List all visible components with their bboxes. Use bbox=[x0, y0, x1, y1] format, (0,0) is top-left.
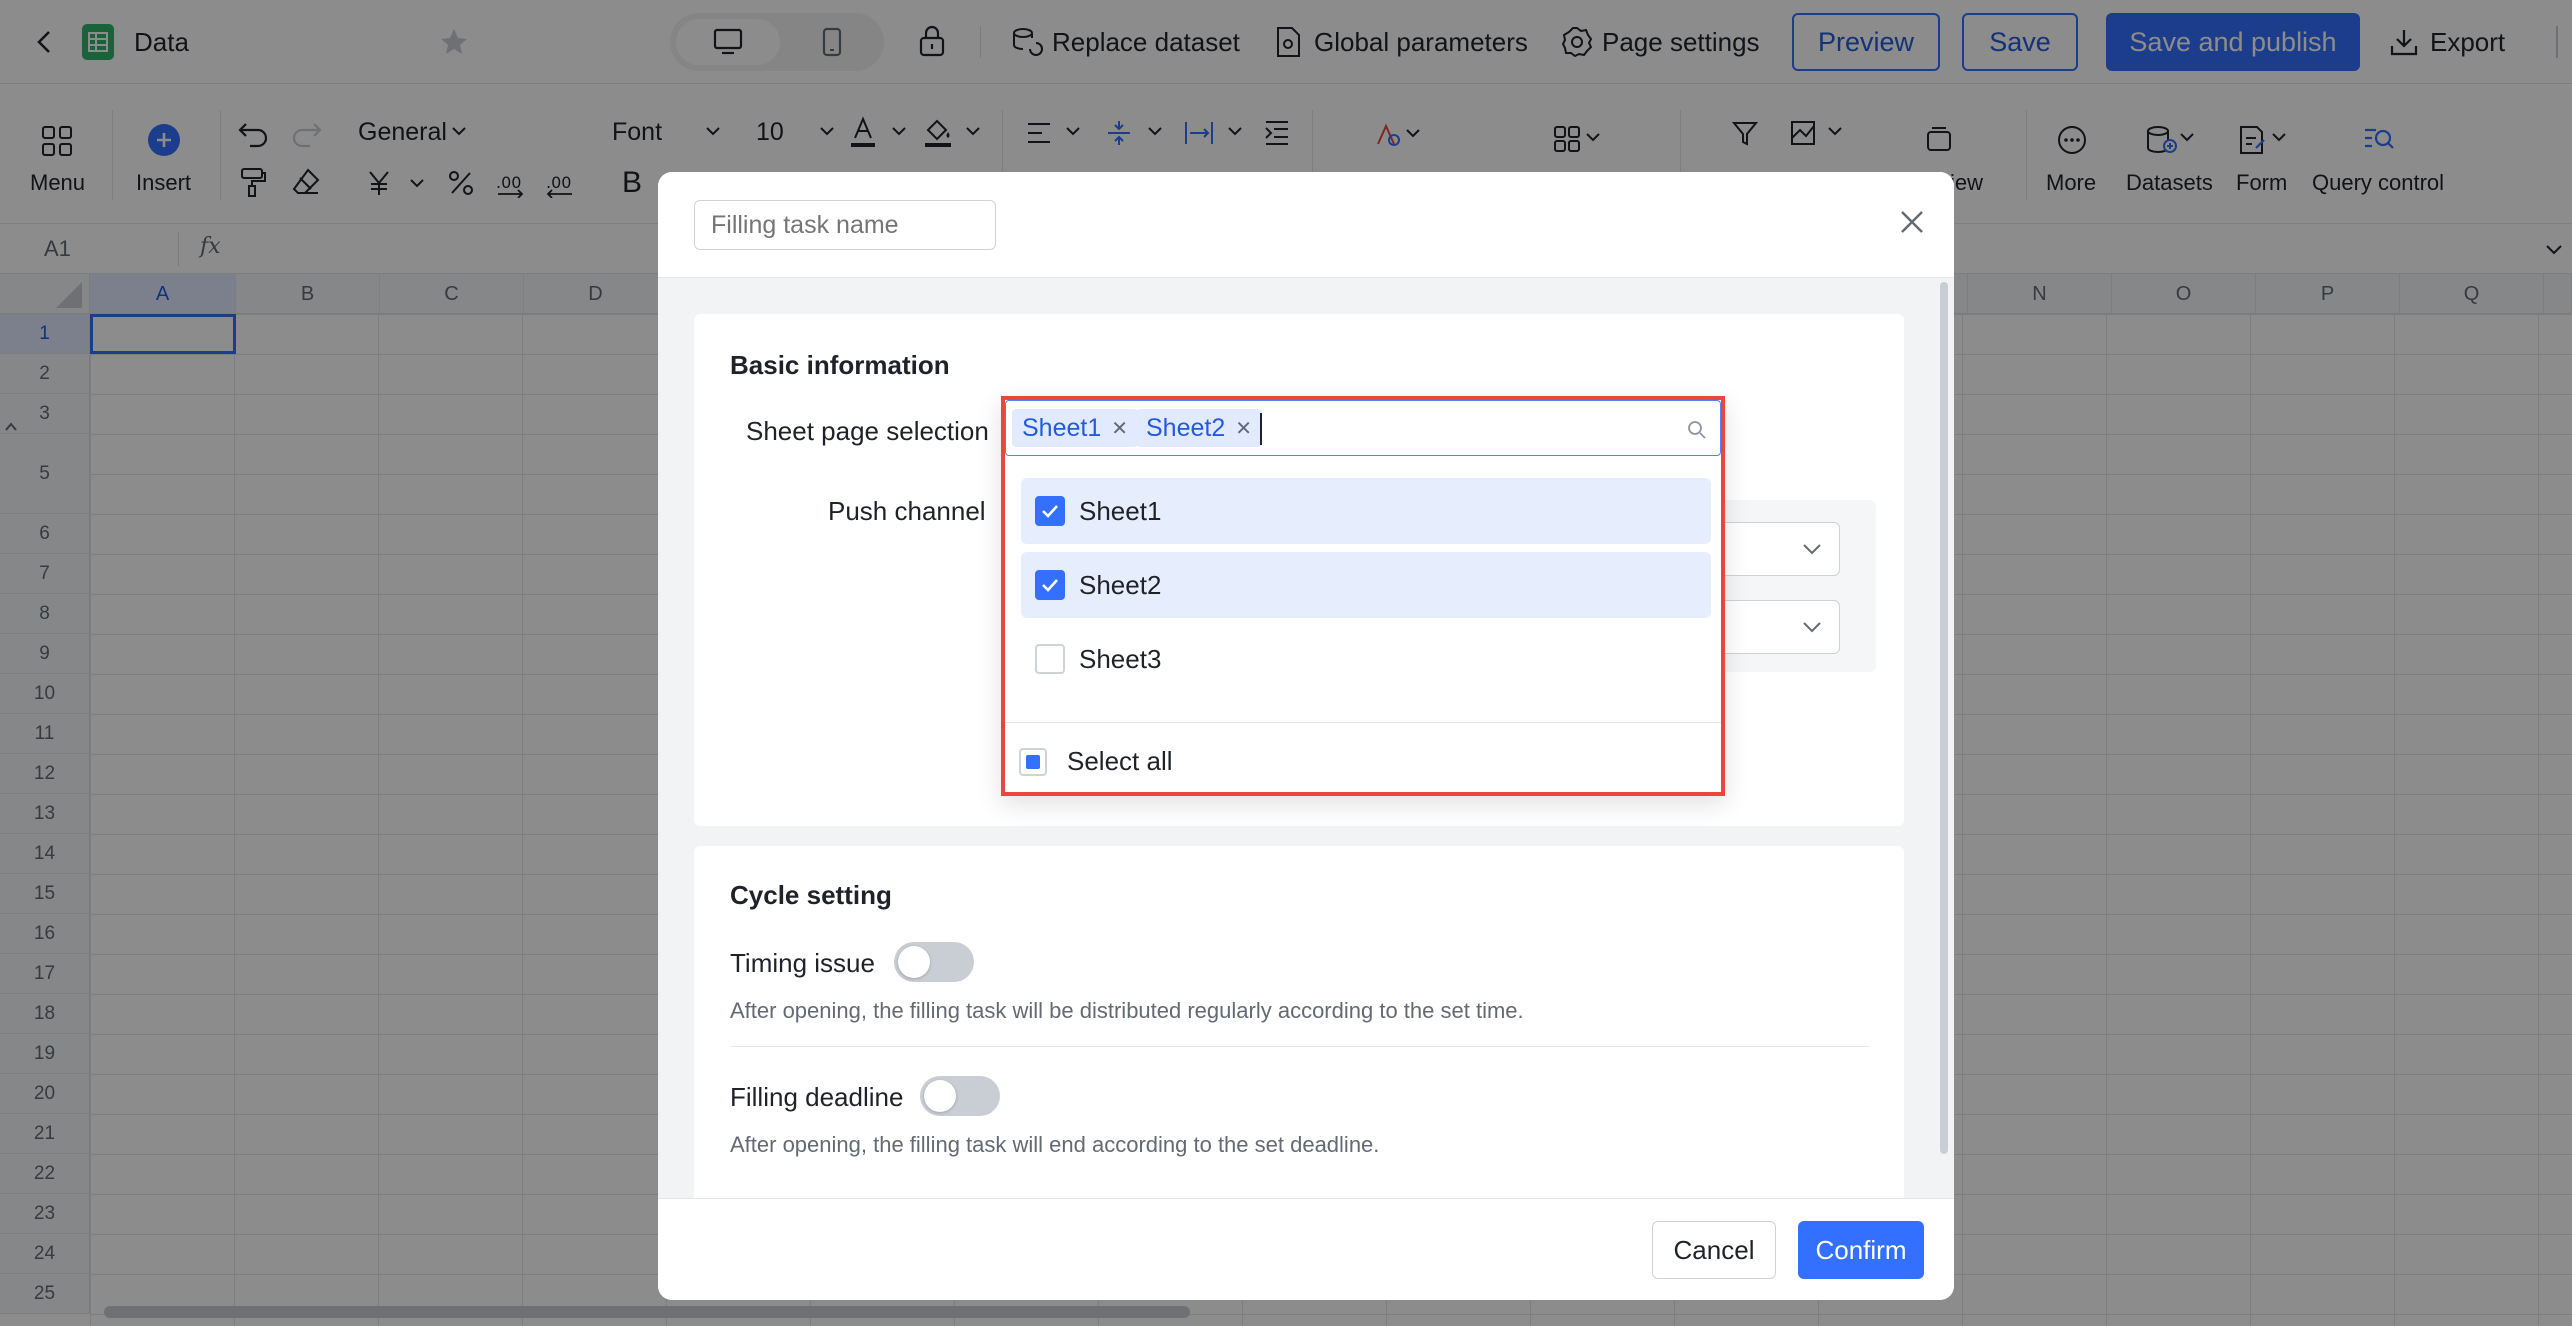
dialog-scrollbar[interactable] bbox=[1940, 282, 1948, 1154]
tag-label: Sheet2 bbox=[1146, 413, 1226, 442]
timing-issue-toggle[interactable] bbox=[894, 942, 974, 982]
filling-deadline-toggle[interactable] bbox=[920, 1076, 1000, 1116]
tag-remove-icon[interactable]: ✕ bbox=[1111, 416, 1128, 441]
cycle-setting-card: Cycle setting Timing issue After opening… bbox=[694, 846, 1904, 1206]
checkbox-checked[interactable] bbox=[1035, 570, 1065, 600]
divider bbox=[1005, 722, 1721, 723]
search-icon bbox=[1686, 419, 1708, 441]
indeterminate-mark bbox=[1026, 754, 1040, 769]
timing-issue-label: Timing issue bbox=[730, 948, 875, 978]
confirm-button[interactable]: Confirm bbox=[1798, 1221, 1924, 1279]
checkbox-indeterminate[interactable] bbox=[1019, 747, 1047, 776]
push-channel-label: Push channel bbox=[828, 496, 986, 526]
option-sheet3[interactable]: Sheet3 bbox=[1021, 626, 1711, 692]
divider bbox=[730, 1046, 1870, 1047]
toggle-knob bbox=[898, 946, 930, 978]
checkbox-checked[interactable] bbox=[1035, 496, 1065, 526]
sheet-dropdown-highlight: Sheet1 ✕ Sheet2 ✕ Sheet1 Sheet2 Sheet3 S… bbox=[1001, 396, 1725, 796]
basic-info-title: Basic information bbox=[730, 350, 950, 380]
option-sheet2[interactable]: Sheet2 bbox=[1021, 552, 1711, 618]
option-sheet1[interactable]: Sheet1 bbox=[1021, 478, 1711, 544]
selected-tag-sheet2: Sheet2 ✕ bbox=[1136, 409, 1263, 447]
task-name-field[interactable] bbox=[695, 201, 995, 249]
option-label: Sheet3 bbox=[1079, 643, 1162, 674]
text-cursor bbox=[1260, 413, 1262, 445]
chevron-down-icon bbox=[1801, 541, 1823, 557]
cycle-setting-title: Cycle setting bbox=[730, 880, 892, 910]
cancel-button[interactable]: Cancel bbox=[1652, 1221, 1776, 1279]
select-all-label: Select all bbox=[1067, 746, 1173, 776]
option-label: Sheet1 bbox=[1079, 495, 1162, 526]
tag-remove-icon[interactable]: ✕ bbox=[1235, 416, 1252, 441]
toggle-knob bbox=[924, 1080, 956, 1112]
tag-label: Sheet1 bbox=[1022, 413, 1102, 442]
select-all-option[interactable]: Select all bbox=[1019, 746, 1173, 777]
sheet-selection-label: Sheet page selection bbox=[746, 416, 989, 446]
sheet-select-input[interactable]: Sheet1 ✕ Sheet2 ✕ bbox=[1005, 400, 1721, 456]
close-icon[interactable] bbox=[1896, 206, 1928, 238]
task-name-input[interactable] bbox=[694, 200, 996, 250]
chevron-down-icon bbox=[1801, 619, 1823, 635]
option-label: Sheet2 bbox=[1079, 569, 1162, 600]
timing-issue-description: After opening, the filling task will be … bbox=[730, 998, 1524, 1023]
filling-deadline-description: After opening, the filling task will end… bbox=[730, 1132, 1380, 1157]
checkbox-unchecked[interactable] bbox=[1035, 644, 1065, 674]
filling-deadline-label: Filling deadline bbox=[730, 1082, 904, 1112]
selected-tag-sheet1: Sheet1 ✕ bbox=[1012, 409, 1139, 447]
dialog-footer: Cancel Confirm bbox=[658, 1198, 1954, 1300]
dialog-header bbox=[658, 172, 1954, 278]
